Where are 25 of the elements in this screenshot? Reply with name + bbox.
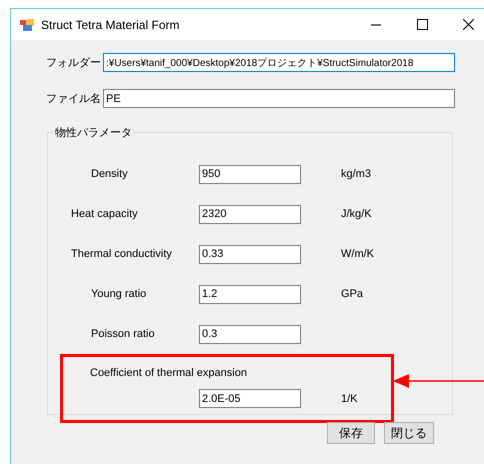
- dialog-button[interactable]: 保存: [327, 422, 375, 444]
- property-field[interactable]: 2.0E-05: [199, 389, 301, 408]
- property-label: Poisson ratio: [90, 328, 156, 340]
- property-label: Thermal conductivity: [70, 248, 173, 260]
- property-field[interactable]: 0.3: [199, 324, 301, 344]
- unit-label: 1/K: [341, 392, 358, 404]
- property-label: Young ratio: [90, 288, 148, 300]
- folder-field[interactable]: :¥Users¥tanif_000¥Desktop¥2018プロジェクト¥StructSimulator2018: [103, 53, 455, 72]
- property-field[interactable]: 1.2: [199, 284, 301, 304]
- group-title: 物性パラメータ: [54, 126, 133, 140]
- property-field[interactable]: 0.33: [199, 244, 301, 264]
- property-label: Heat capacity: [70, 208, 139, 220]
- field-label: フォルダー: [46, 56, 102, 70]
- unit-label: J/kg/K: [341, 208, 372, 220]
- window-title: Struct Tetra Material Form: [41, 18, 180, 32]
- property-field[interactable]: 2320: [199, 204, 301, 224]
- property-label: Density: [90, 168, 129, 180]
- dialog-button[interactable]: 閉じる: [384, 422, 434, 444]
- property-label: Coefficient of thermal expansion: [89, 367, 248, 379]
- unit-label: GPa: [341, 288, 364, 300]
- unit-label: W/m/K: [341, 248, 374, 260]
- property-field[interactable]: 950: [199, 164, 301, 184]
- file-name-field[interactable]: PE: [103, 89, 455, 108]
- field-label: ファイル名: [46, 92, 102, 106]
- unit-label: kg/m3: [341, 168, 371, 180]
